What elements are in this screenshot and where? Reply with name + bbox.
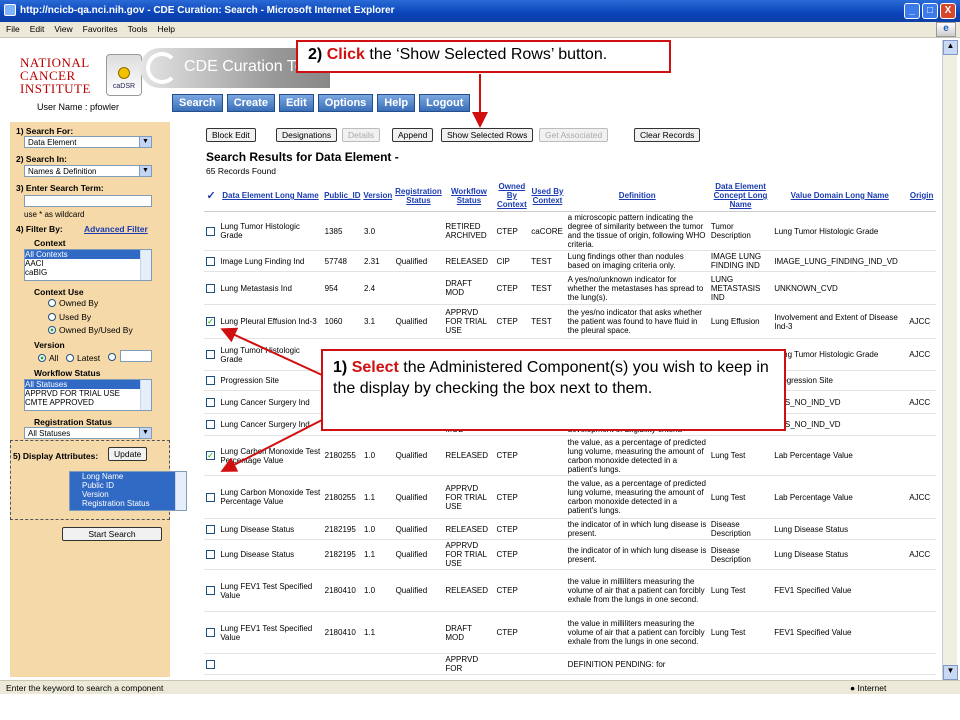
arrow-to-checkbox-2 [220,419,323,472]
arrow-to-checkbox-1 [220,327,323,376]
annotation-arrows [220,74,488,472]
